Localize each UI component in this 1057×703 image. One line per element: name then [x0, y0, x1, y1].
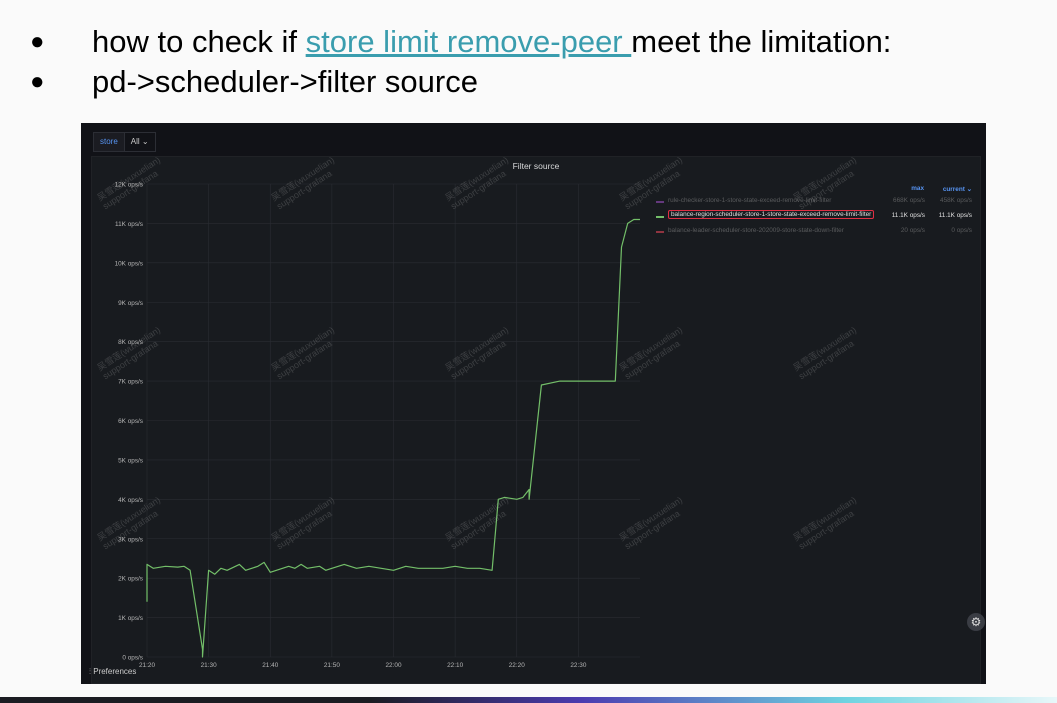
x-tick-label: 21:20 — [139, 662, 155, 669]
y-tick-label: 6K ops/s — [118, 418, 143, 425]
filter-source-panel: Filter source 0 ops/s 1K ops/s 2K ops/s 3K … — [91, 156, 981, 684]
bullet-text-before: how to check if — [92, 24, 306, 59]
slide-footer-bar — [0, 697, 1057, 703]
gear-icon: ⚙ — [970, 615, 982, 629]
x-tick-label: 22:30 — [570, 662, 586, 669]
legend-series-max: 20 ops/s — [900, 227, 925, 234]
y-tick-label: 11K ops/s — [115, 221, 143, 228]
y-tick-label: 10K ops/s — [115, 260, 143, 267]
variable-label-store: store — [93, 132, 125, 152]
legend-header: max current ⌄ — [644, 183, 980, 195]
legend-series-current: 11.1K ops/s — [938, 212, 972, 219]
store-limit-link[interactable]: store limit remove-peer — [306, 24, 632, 59]
bullet-marker: ● — [30, 28, 45, 55]
settings-gear-button[interactable]: ⚙ — [967, 613, 985, 631]
series-color-swatch — [656, 231, 664, 233]
legend-series-max: 668K ops/s — [893, 197, 925, 204]
legend-series-name: balance-leader-scheduler-store-202009-st… — [668, 227, 844, 234]
bullet-text: pd->scheduler->filter source — [92, 64, 478, 99]
x-tick-label: 22:10 — [447, 662, 463, 669]
grafana-screenshot: store All ⌄ Filter source 0 ops/s 1K ops/… — [81, 123, 986, 684]
y-tick-label: 8K ops/s — [118, 339, 143, 346]
chevron-down-icon: ⌄ — [141, 137, 149, 146]
y-tick-label: 1K ops/s — [118, 615, 143, 622]
legend-col-max[interactable]: max — [911, 185, 924, 192]
x-tick-label: 22:20 — [509, 662, 525, 669]
y-tick-label: 3K ops/s — [118, 536, 143, 543]
bullet-item-filter-path: ● pd->scheduler->filter source — [28, 62, 891, 102]
bullet-marker: ● — [30, 68, 45, 95]
legend-series-name: rule-checker-store-1-store-state-exceed-… — [668, 197, 832, 204]
series-color-swatch — [656, 216, 664, 218]
y-tick-label: 5K ops/s — [118, 457, 143, 464]
y-tick-label: 2K ops/s — [118, 576, 143, 583]
legend-row[interactable]: balance-leader-scheduler-store-202009-st… — [644, 225, 980, 240]
bullet-item-check-limit: ● how to check if store limit remove-peer… — [28, 22, 891, 62]
y-tick-label: 4K ops/s — [118, 497, 143, 504]
bullet-text-after: meet the limitation: — [631, 24, 892, 59]
preferences-button[interactable]: ⫶ Preferences — [89, 667, 136, 677]
x-tick-label: 22:00 — [386, 662, 402, 669]
legend-row[interactable]: rule-checker-store-1-store-state-exceed-… — [644, 195, 980, 210]
slide-bullet-list: ● how to check if store limit remove-peer… — [28, 22, 891, 102]
x-tick-label: 21:50 — [324, 662, 340, 669]
y-tick-label: 0 ops/s — [122, 655, 143, 662]
y-tick-label: 9K ops/s — [118, 300, 143, 307]
y-tick-label: 7K ops/s — [118, 379, 143, 386]
x-tick-label: 21:40 — [262, 662, 278, 669]
legend-series-current: 458K ops/s — [940, 197, 972, 204]
legend-col-current[interactable]: current ⌄ — [943, 185, 972, 193]
legend-series-max: 11.1K ops/s — [891, 212, 925, 219]
series-color-swatch — [656, 201, 664, 203]
legend-series-name: balance-region-scheduler-store-1-store-s… — [668, 210, 875, 219]
chart-legend: max current ⌄ rule-checker-store-1-store… — [644, 183, 980, 240]
legend-series-current: 0 ops/s — [951, 227, 972, 234]
variable-value: All — [130, 137, 140, 146]
preferences-label: Preferences — [93, 667, 137, 676]
legend-row[interactable]: balance-region-scheduler-store-1-store-s… — [644, 210, 980, 225]
variable-bar: store All ⌄ — [93, 132, 156, 152]
y-tick-label: 12K ops/s — [115, 182, 143, 189]
x-tick-label: 21:30 — [201, 662, 217, 669]
sliders-icon: ⫶ — [89, 667, 91, 676]
variable-select-store[interactable]: All ⌄ — [124, 132, 156, 152]
